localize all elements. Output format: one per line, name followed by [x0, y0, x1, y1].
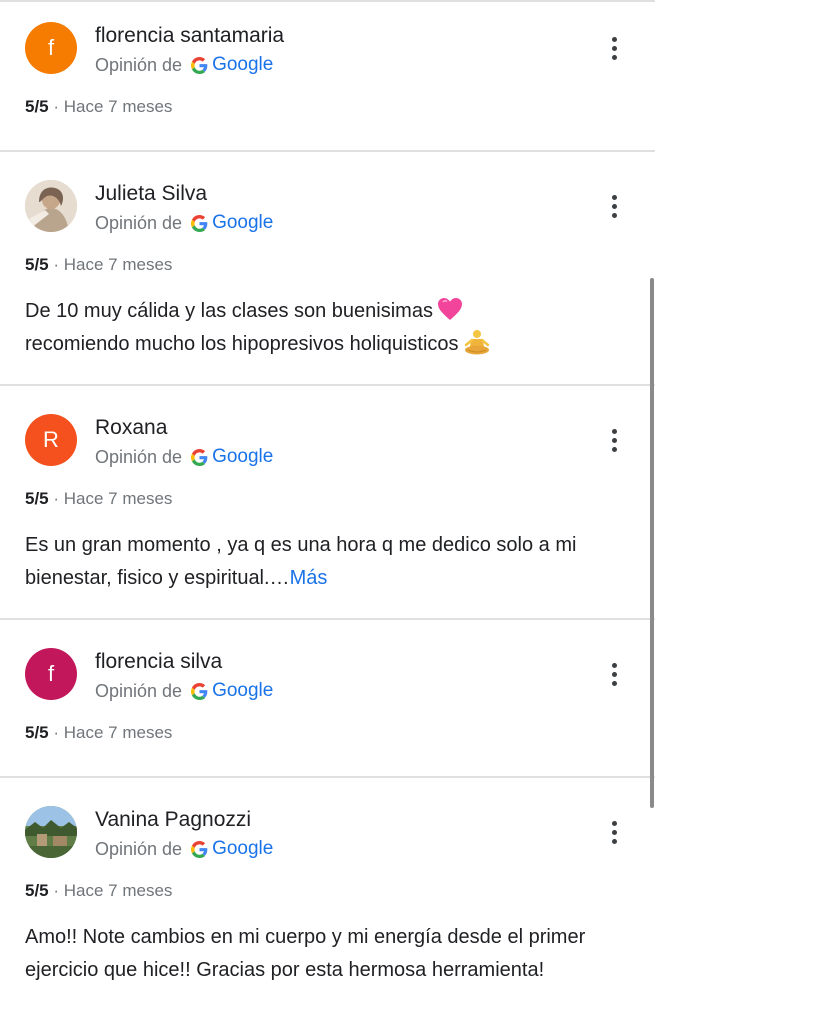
review-text: De 10 muy cálida y las clases son buenis… — [25, 295, 635, 361]
review-source: Opinión de Google — [95, 54, 273, 76]
source-label: Opinión de — [95, 838, 183, 859]
source-label: Opinión de — [95, 212, 183, 233]
review-source: Opinión de Google — [95, 680, 273, 702]
reviewer-name[interactable]: florencia santamaria — [95, 24, 284, 48]
rating-score: 5/5 — [25, 255, 49, 274]
google-g-icon — [191, 682, 208, 700]
review-meta: 5/5 · Hace 7 meses — [25, 723, 172, 743]
google-g-icon — [191, 840, 208, 858]
google-label: Google — [212, 54, 274, 75]
google-g-icon — [191, 214, 208, 232]
avatar[interactable]: f — [25, 22, 77, 74]
review-text-body: Amo!! Note cambios en mi cuerpo y mi ene… — [25, 926, 586, 981]
review-source: Opinión de Google — [95, 838, 273, 860]
review-time: · Hace 7 meses — [53, 489, 173, 508]
rating-score: 5/5 — [25, 723, 49, 742]
review-card: Julieta Silva Opinión de Google 5/5 · Ha… — [0, 152, 655, 385]
pink-heart-emoji — [437, 298, 462, 320]
avatar[interactable]: f — [25, 648, 77, 700]
reviewer-name[interactable]: florencia silva — [95, 650, 222, 674]
source-label: Opinión de — [95, 680, 183, 701]
rating-score: 5/5 — [25, 489, 49, 508]
avatar-initial: f — [47, 661, 55, 686]
google-g-icon — [191, 448, 208, 466]
more-link[interactable]: Más — [290, 567, 328, 589]
review-text: Es un gran momento , ya q es una hora q … — [25, 529, 635, 595]
google-label: Google — [212, 680, 274, 701]
reviewer-name[interactable]: Roxana — [95, 416, 167, 440]
review-card: f florencia santamaria Opinión de Google… — [0, 0, 655, 152]
avatar-initial: f — [47, 35, 55, 60]
review-card: f florencia silva Opinión de Google 5/5 … — [0, 620, 655, 777]
review-time: · Hace 7 meses — [53, 97, 173, 116]
review-meta: 5/5 · Hace 7 meses — [25, 97, 172, 117]
google-g-icon — [191, 56, 208, 74]
google-label: Google — [212, 446, 274, 467]
review-time: · Hace 7 meses — [53, 881, 173, 900]
avatar-photo — [25, 180, 77, 232]
avatar[interactable] — [25, 180, 77, 232]
review-card: Vanina Pagnozzi Opinión de Google 5/5 · … — [0, 778, 655, 1024]
review-source: Opinión de Google — [95, 212, 273, 234]
review-time: · Hace 7 meses — [53, 255, 173, 274]
avatar[interactable] — [25, 806, 77, 858]
review-source: Opinión de Google — [95, 446, 273, 468]
review-text: Amo!! Note cambios en mi cuerpo y mi ene… — [25, 921, 615, 987]
rating-score: 5/5 — [25, 97, 49, 116]
review-text-line2: recomiendo mucho los hipopresivos holiqu… — [25, 333, 459, 355]
reviewer-name[interactable]: Julieta Silva — [95, 182, 207, 206]
avatar[interactable]: R — [25, 414, 77, 466]
review-meta: 5/5 · Hace 7 meses — [25, 489, 172, 509]
review-meta: 5/5 · Hace 7 meses — [25, 881, 172, 901]
more-vert-icon[interactable] — [600, 189, 628, 223]
google-label: Google — [212, 838, 274, 859]
more-vert-icon[interactable] — [600, 815, 628, 849]
review-card: R Roxana Opinión de Google 5/5 · Hace 7 … — [0, 386, 655, 619]
rating-score: 5/5 — [25, 881, 49, 900]
source-label: Opinión de — [95, 446, 183, 467]
person-in-lotus-position-emoji — [464, 330, 489, 355]
google-label: Google — [212, 212, 274, 233]
review-time: · Hace 7 meses — [53, 723, 173, 742]
review-text-line1: De 10 muy cálida y las clases son buenis… — [25, 300, 433, 322]
more-vert-icon[interactable] — [600, 31, 628, 65]
avatar-photo — [25, 806, 77, 858]
scrollbar[interactable] — [650, 278, 654, 808]
source-label: Opinión de — [95, 54, 183, 75]
avatar-initial: R — [43, 427, 59, 452]
review-meta: 5/5 · Hace 7 meses — [25, 255, 172, 275]
more-vert-icon[interactable] — [600, 657, 628, 691]
more-vert-icon[interactable] — [600, 423, 628, 457]
reviewer-name[interactable]: Vanina Pagnozzi — [95, 808, 251, 832]
